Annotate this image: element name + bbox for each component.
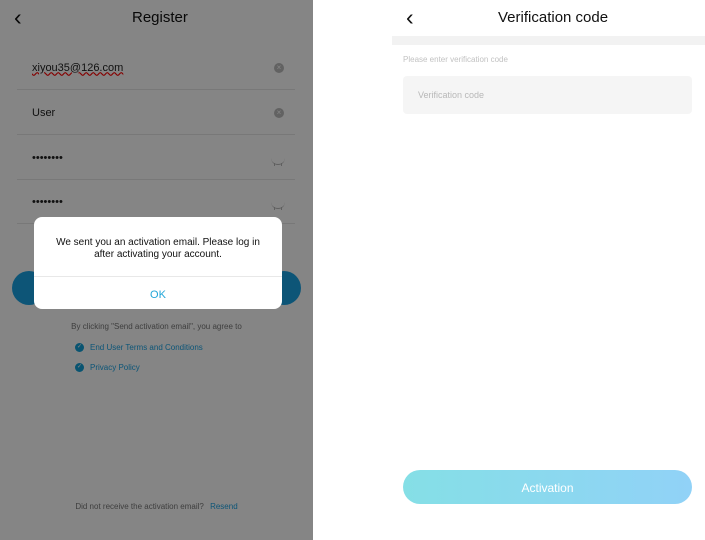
activation-button[interactable]: Activation (403, 470, 692, 504)
activation-dialog: We sent you an activation email. Please … (34, 217, 282, 309)
page-title: Verification code (498, 9, 609, 26)
verification-code-input[interactable] (403, 76, 692, 114)
back-icon[interactable]: ‹ (406, 6, 414, 29)
verification-screen: ‹ Verification code Please enter verific… (392, 0, 705, 540)
verification-top-bar: ‹ Verification code (392, 0, 705, 36)
ok-button[interactable]: OK (34, 289, 282, 301)
register-screen: ‹ Register xiyou35@126.com × User × ••••… (0, 0, 313, 540)
section-separator (392, 36, 705, 45)
dialog-message: We sent you an activation email. Please … (56, 237, 260, 260)
dialog-divider (34, 276, 282, 277)
screenshot-frame: ‹ Register xiyou35@126.com × User × ••••… (0, 0, 705, 540)
verification-hint: Please enter verification code (403, 55, 508, 64)
